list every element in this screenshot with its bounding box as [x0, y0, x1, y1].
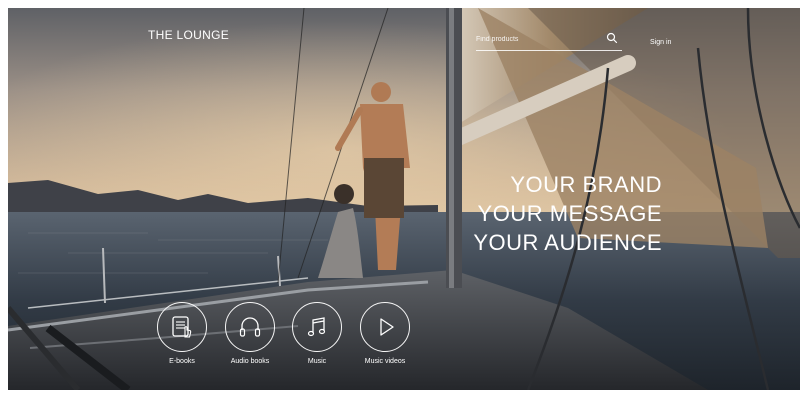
search-bar [476, 30, 622, 51]
category-audio-books-circle[interactable] [225, 302, 275, 352]
category-ebooks-circle[interactable] [157, 302, 207, 352]
site-logo[interactable]: THE LOUNGE [148, 28, 229, 42]
search-input[interactable] [476, 30, 596, 48]
hero-frame: THE LOUNGE Sign in YOUR BRAND YOUR MESSA… [8, 8, 800, 390]
category-music-circle[interactable] [292, 302, 342, 352]
sign-in-link[interactable]: Sign in [650, 39, 671, 46]
category-audio-books-label: Audio books [230, 358, 270, 365]
headline-line-brand: YOUR BRAND [510, 172, 662, 197]
category-music-label: Music [307, 358, 327, 365]
category-audio-books[interactable]: Audio books [215, 302, 285, 365]
ebook-icon [172, 316, 192, 338]
headphones-icon [239, 317, 261, 337]
play-icon [380, 318, 394, 336]
category-music-videos[interactable]: Music videos [350, 302, 420, 365]
headline-line-audience: YOUR AUDIENCE [473, 230, 662, 255]
hero-headline: YOUR BRAND YOUR MESSAGE YOUR AUDIENCE [473, 170, 662, 257]
category-music-videos-circle[interactable] [360, 302, 410, 352]
headline-line-message: YOUR MESSAGE [477, 201, 662, 226]
category-ebooks-label: E-books [169, 358, 195, 365]
search-icon[interactable] [606, 32, 618, 44]
category-music-videos-label: Music videos [364, 358, 406, 365]
category-music[interactable]: Music [282, 302, 352, 365]
music-note-icon [307, 317, 326, 337]
category-ebooks[interactable]: E-books [147, 302, 217, 365]
